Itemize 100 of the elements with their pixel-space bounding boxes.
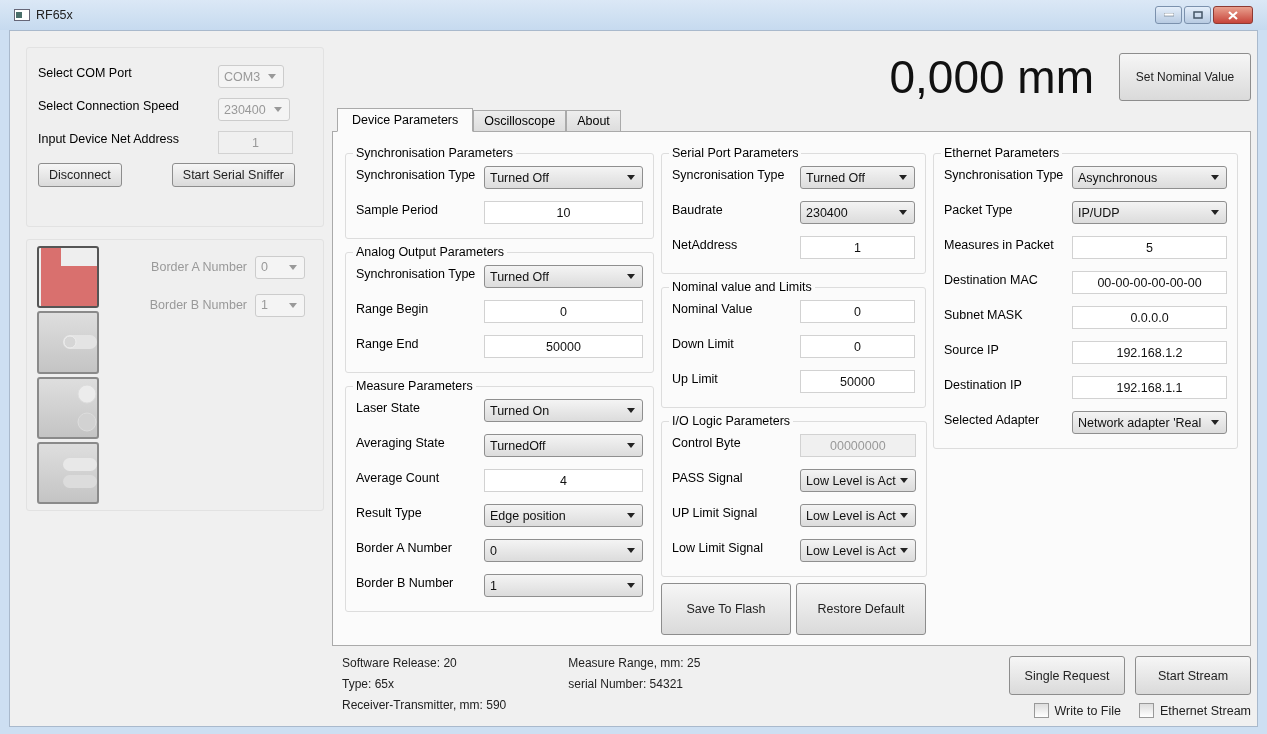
field-label: Synchronisation Type	[356, 266, 477, 281]
action-button[interactable]: Single Request	[1009, 656, 1125, 695]
dropdown[interactable]: Network adapter 'Real	[1072, 411, 1227, 434]
dropdown[interactable]: Edge position	[484, 504, 643, 527]
group-title: Analog Output Parameters	[355, 245, 505, 259]
dropdown[interactable]: Asynchronous	[1072, 166, 1227, 189]
group-title: Synchronisation Parameters	[355, 146, 515, 160]
checkbox-box[interactable]	[1139, 703, 1154, 718]
input-field[interactable]: 50000	[484, 335, 643, 358]
input-field[interactable]: 4	[484, 469, 643, 492]
dropdown[interactable]: IP/UDP	[1072, 201, 1227, 224]
input-field[interactable]: 0	[800, 335, 915, 358]
input-field[interactable]: 192.168.1.1	[1072, 376, 1227, 399]
caret-icon	[627, 274, 635, 279]
action-button[interactable]: Start Stream	[1135, 656, 1251, 695]
field-label: Result Type	[356, 505, 423, 520]
checkbox-box[interactable]	[1033, 703, 1049, 718]
dropdown[interactable]: Low Level is Act	[800, 504, 916, 527]
field-label: PASS Signal	[672, 470, 744, 485]
field-label: UP Limit Signal	[672, 505, 759, 520]
input-field[interactable]: 10	[484, 201, 643, 224]
input-field[interactable]: 50000	[800, 370, 915, 393]
group-title: Ethernet Parameters	[943, 146, 1061, 160]
field-label: Control Byte	[672, 435, 742, 450]
field-label: Measures in Packet	[944, 237, 1055, 252]
dropdown[interactable]: Low Level is Act	[800, 469, 916, 492]
dropdown[interactable]: 1	[484, 574, 643, 597]
field-label: Baudrate	[672, 202, 724, 217]
checkbox[interactable]: Ethernet Stream	[1139, 703, 1251, 718]
checkbox[interactable]: Write to File	[1033, 703, 1121, 718]
input-field[interactable]: 192.168.1.2	[1072, 341, 1227, 364]
caret-icon	[627, 583, 635, 588]
dropdown[interactable]: Turned Off	[800, 166, 915, 189]
field-label: Input Device Net Address	[38, 131, 181, 146]
maximize-button[interactable]	[1184, 6, 1211, 24]
caret-icon	[627, 443, 635, 448]
info-text: serial Number: 54321	[568, 677, 684, 691]
minimize-icon	[1163, 13, 1174, 17]
app-icon	[14, 9, 30, 21]
minimize-button[interactable]	[1155, 6, 1182, 24]
close-button[interactable]	[1213, 6, 1253, 24]
dropdown[interactable]: 0	[484, 539, 643, 562]
dropdown[interactable]: Turned On	[484, 399, 643, 422]
close-icon	[1228, 10, 1238, 20]
field-label: Destination MAC	[944, 272, 1039, 287]
caret-icon	[899, 513, 908, 518]
input-field[interactable]: 0	[484, 300, 643, 323]
field-label: Border B Number	[356, 575, 455, 590]
input-field[interactable]: 00-00-00-00-00-00	[1072, 271, 1227, 294]
input-field[interactable]: 1	[800, 236, 915, 259]
double-slider-icon	[63, 457, 97, 488]
tab[interactable]: Oscilloscope	[473, 110, 567, 132]
caret-icon	[289, 264, 297, 270]
window-title: RF65x	[36, 8, 73, 22]
field-label: Selected Adapter	[944, 412, 1041, 427]
caret-icon	[268, 74, 276, 79]
mode-button[interactable]	[37, 246, 99, 309]
caret-icon	[289, 302, 297, 308]
field-label: Border A Number	[150, 260, 247, 274]
dropdown[interactable]: Turned Off	[484, 166, 643, 189]
dropdown[interactable]: Low Level is Act	[800, 539, 916, 562]
caret-icon	[627, 513, 635, 518]
action-button[interactable]: Save To Flash	[661, 583, 791, 635]
dropdown[interactable]: 230400	[800, 201, 915, 224]
mode-button[interactable]	[37, 311, 99, 374]
input-field[interactable]: 0.0.0.0	[1072, 306, 1227, 329]
info-text: Receiver-Transmitter, mm: 590	[342, 698, 507, 712]
notch-icon	[41, 248, 97, 307]
info-text: Type: 65x	[342, 677, 396, 691]
field-label: NetAddress	[672, 237, 739, 252]
field-label: Select COM Port	[38, 65, 133, 80]
group-title: Measure Parameters	[355, 379, 474, 393]
field-label: Destination IP	[944, 377, 1023, 392]
caret-icon	[899, 548, 908, 553]
dropdown[interactable]: TurnedOff	[484, 434, 643, 457]
action-button[interactable]: Start Serial Sniffer	[171, 163, 295, 187]
slider-icon	[63, 335, 97, 350]
dropdown[interactable]: Turned Off	[484, 265, 643, 288]
action-button[interactable]: Restore Default	[796, 583, 926, 635]
circles-icon	[77, 383, 97, 432]
mode-button[interactable]	[37, 376, 99, 439]
input-field[interactable]: 0	[800, 300, 915, 323]
tab[interactable]: Device Parameters	[337, 108, 474, 132]
action-button[interactable]: Disconnect	[38, 163, 122, 187]
field-label: Averaging State	[356, 435, 446, 450]
field-label: Packet Type	[944, 202, 1014, 217]
tab[interactable]: About	[566, 110, 621, 132]
caret-icon	[899, 175, 907, 180]
field-label: Down Limit	[672, 336, 735, 351]
input-field[interactable]: 5	[1072, 236, 1227, 259]
measurement-reading: 0,000 mm	[889, 50, 1094, 104]
field-label: Border A Number	[356, 540, 453, 555]
info-text: Measure Range, mm: 25	[568, 656, 701, 670]
field-label: Average Count	[356, 470, 441, 485]
field-label: Range Begin	[356, 301, 430, 316]
maximize-icon	[1192, 11, 1203, 19]
caret-icon	[899, 210, 907, 215]
mode-button[interactable]	[37, 441, 99, 504]
field-label: Sample Period	[356, 202, 439, 217]
set-nominal-button[interactable]: Set Nominal Value	[1119, 53, 1251, 101]
